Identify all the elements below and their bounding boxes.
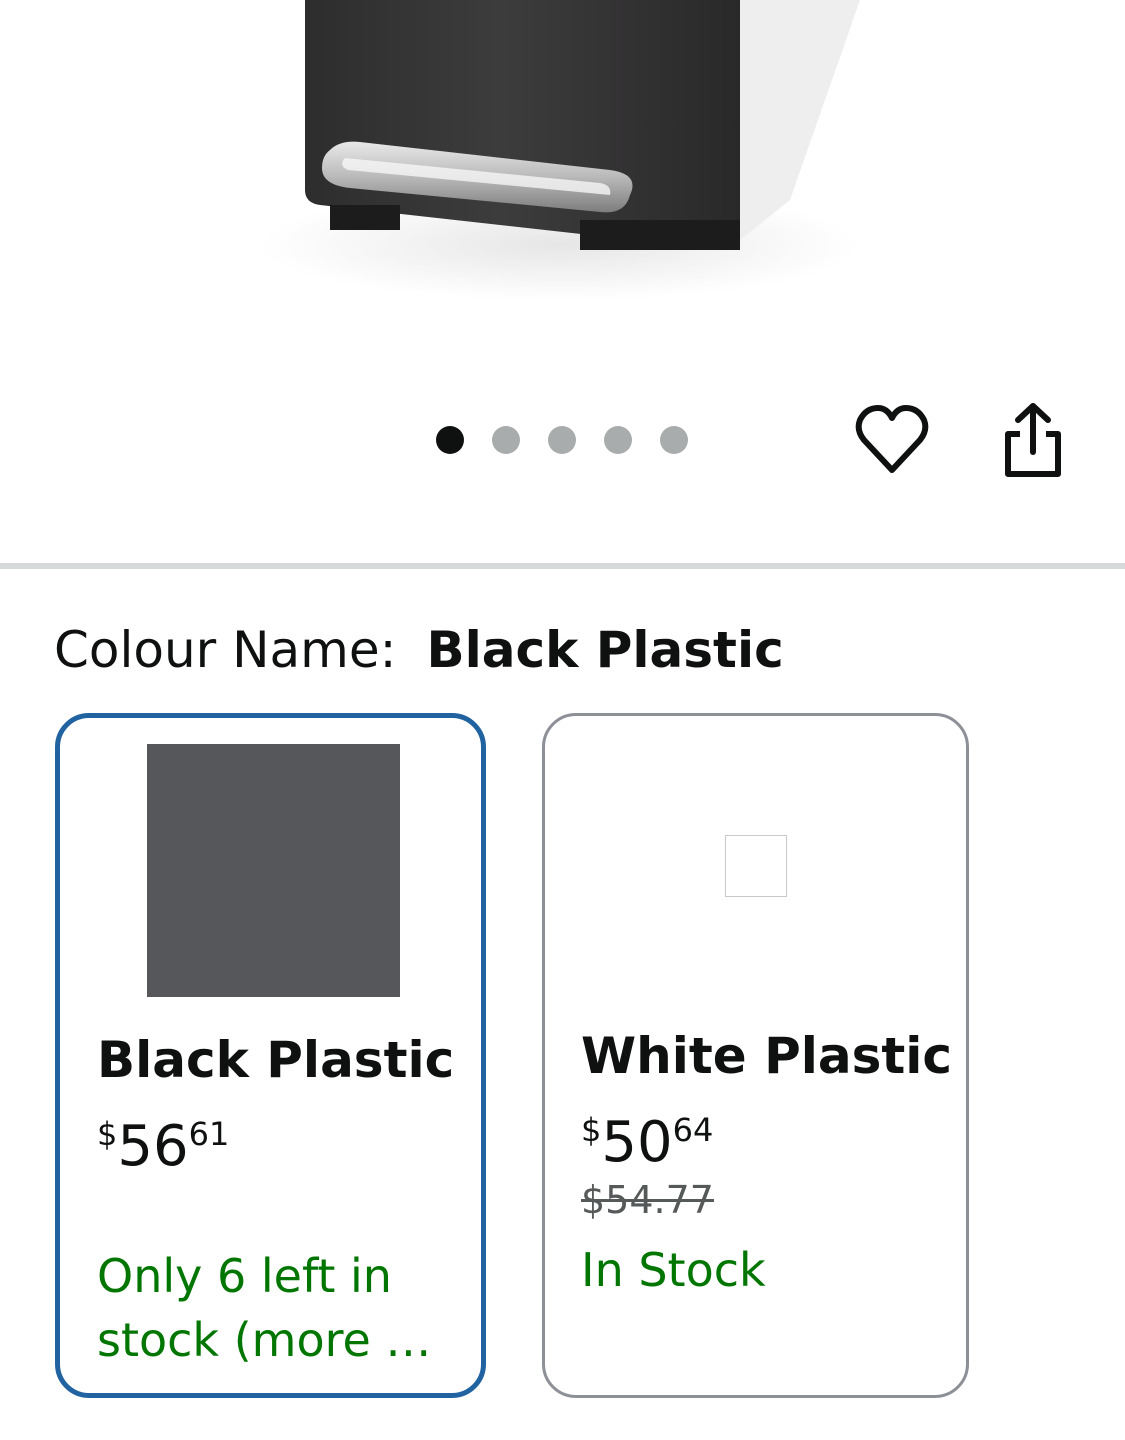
price-whole: 50 bbox=[601, 1110, 673, 1175]
price-fraction: 61 bbox=[188, 1115, 230, 1153]
colour-option-black-plastic[interactable]: Black Plastic $5661 Only 6 left in stock… bbox=[55, 713, 486, 1398]
colour-name-label: Colour Name: bbox=[54, 621, 397, 679]
price-currency: $ bbox=[97, 1115, 118, 1153]
pager-dot[interactable] bbox=[492, 426, 520, 454]
option-price: $5661 bbox=[97, 1102, 229, 1179]
trash-can-illustration bbox=[260, 0, 860, 300]
colour-name-row: Colour Name: Black Plastic bbox=[54, 616, 784, 684]
image-pager[interactable] bbox=[436, 426, 688, 454]
colour-option-white-plastic[interactable]: White Plastic $5064 $54.77 In Stock bbox=[542, 713, 969, 1398]
colour-name-value: Black Plastic bbox=[426, 621, 784, 679]
wishlist-button[interactable] bbox=[854, 402, 930, 478]
option-price: $5064 bbox=[581, 1098, 713, 1175]
price-currency: $ bbox=[581, 1111, 602, 1149]
stock-status: Only 6 left in stock (more … bbox=[97, 1249, 432, 1367]
pager-dot[interactable] bbox=[660, 426, 688, 454]
colour-swatch bbox=[725, 835, 787, 897]
colour-swatch bbox=[147, 744, 400, 997]
list-price: $54.77 bbox=[581, 1178, 714, 1222]
share-icon bbox=[1005, 403, 1061, 477]
stock-status: In Stock bbox=[581, 1243, 766, 1297]
option-name: Black Plastic bbox=[97, 1031, 455, 1089]
pager-dot[interactable] bbox=[548, 426, 576, 454]
pager-dot[interactable] bbox=[436, 426, 464, 454]
product-image[interactable] bbox=[0, 0, 1125, 560]
share-button[interactable] bbox=[998, 400, 1068, 480]
price-fraction: 64 bbox=[672, 1111, 714, 1149]
option-name: White Plastic bbox=[581, 1027, 953, 1085]
pager-dot[interactable] bbox=[604, 426, 632, 454]
heart-icon bbox=[855, 405, 929, 473]
section-divider bbox=[0, 563, 1125, 569]
price-whole: 56 bbox=[117, 1114, 189, 1179]
